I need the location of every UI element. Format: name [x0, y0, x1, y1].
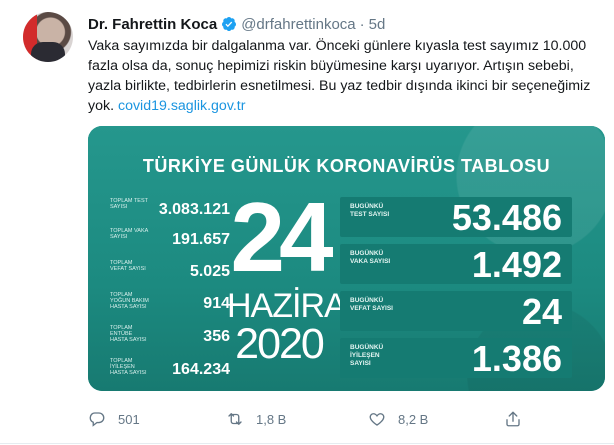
share-button[interactable] [504, 407, 534, 431]
total-value: 164.234 [172, 361, 230, 378]
total-label: TOPLAM VEFAT SAYISI [110, 260, 146, 272]
today-label: BUGÜNKÜ TEST SAYISI [350, 203, 390, 218]
avatar-figure [31, 42, 65, 62]
reply-count: 501 [118, 411, 140, 427]
total-label: TOPLAM İYİLEŞEN HASTA SAYISI [110, 358, 147, 376]
reply-button[interactable]: 501 [88, 407, 140, 431]
reply-icon [89, 412, 105, 427]
date-day: 24 [230, 182, 333, 292]
total-icu: TOPLAM YOĞUN BAKIM HASTA SAYISI 914 [110, 292, 230, 318]
today-label: BUGÜNKÜ VEFAT SAYISI [350, 297, 393, 312]
tweet-actions: 501 1,8 B 8,2 B [88, 407, 548, 431]
tweet-time[interactable]: 5d [369, 16, 386, 33]
today-death: BUGÜNKÜ VEFAT SAYISI 24 [340, 291, 572, 331]
avatar[interactable] [23, 12, 73, 62]
today-label: BUGÜNKÜ VAKA SAYISI [350, 250, 391, 265]
date-year: 2020 [235, 320, 325, 368]
date-month: HAZİRAN [227, 287, 370, 325]
total-recovered: TOPLAM İYİLEŞEN HASTA SAYISI 164.234 [110, 358, 230, 384]
total-value: 5.025 [189, 263, 230, 280]
today-value: 24 [521, 291, 562, 332]
like-count: 8,2 B [398, 411, 429, 427]
like-button[interactable]: 8,2 B [368, 407, 428, 431]
tweet: Dr. Fahrettin Koca @drfahrettinkoca · 5d… [0, 0, 614, 445]
today-recovered: BUGÜNKÜ İYİLEŞEN SAYISI 1.386 [340, 338, 572, 378]
heart-icon [369, 413, 385, 426]
today-label: BUGÜNKÜ İYİLEŞEN SAYISI [350, 344, 384, 367]
total-death: TOPLAM VEFAT SAYISI 5.025 [110, 260, 230, 286]
total-label: TOPLAM TEST SAYISI [110, 198, 148, 210]
total-intubated: TOPLAM ENTÜBE HASTA SAYISI 356 [110, 325, 230, 351]
today-test: BUGÜNKÜ TEST SAYISI 53.486 [340, 197, 572, 237]
total-value: 3.083.121 [158, 201, 230, 218]
today-value: 53.486 [451, 197, 562, 238]
retweet-button[interactable]: 1,8 B [226, 407, 286, 431]
total-case: TOPLAM VAKA SAYISI 191.657 [110, 228, 230, 254]
tweet-link[interactable]: covid19.saglik.gov.tr [118, 98, 246, 114]
total-label: TOPLAM YOĞUN BAKIM HASTA SAYISI [110, 292, 149, 310]
tweet-image[interactable]: TÜRKİYE GÜNLÜK KORONAVİRÜS TABLOSU TOPLA… [88, 126, 605, 391]
total-value: 191.657 [172, 231, 230, 248]
total-value: 914 [203, 295, 230, 312]
total-label: TOPLAM ENTÜBE HASTA SAYISI [110, 325, 147, 343]
retweet-icon [228, 413, 242, 425]
today-value: 1.386 [471, 338, 562, 379]
total-test: TOPLAM TEST SAYISI 3.083.121 [110, 198, 230, 224]
today-value: 1.492 [471, 244, 562, 285]
total-label: TOPLAM VAKA SAYISI [110, 228, 149, 240]
separator-dot: · [359, 15, 365, 33]
total-value: 356 [203, 328, 230, 345]
verified-badge-icon [221, 16, 237, 32]
tweet-text: Vaka sayımızda bir dalgalanma var. Öncek… [88, 36, 603, 116]
divider [0, 443, 614, 444]
share-icon [506, 411, 520, 427]
card-title: TÜRKİYE GÜNLÜK KORONAVİRÜS TABLOSU [142, 156, 551, 176]
author-handle[interactable]: @drfahrettinkoca [241, 16, 355, 33]
today-case: BUGÜNKÜ VAKA SAYISI 1.492 [340, 244, 572, 284]
tweet-header: Dr. Fahrettin Koca @drfahrettinkoca · 5d [88, 14, 385, 34]
retweet-count: 1,8 B [256, 411, 287, 427]
author-name[interactable]: Dr. Fahrettin Koca [88, 16, 217, 33]
